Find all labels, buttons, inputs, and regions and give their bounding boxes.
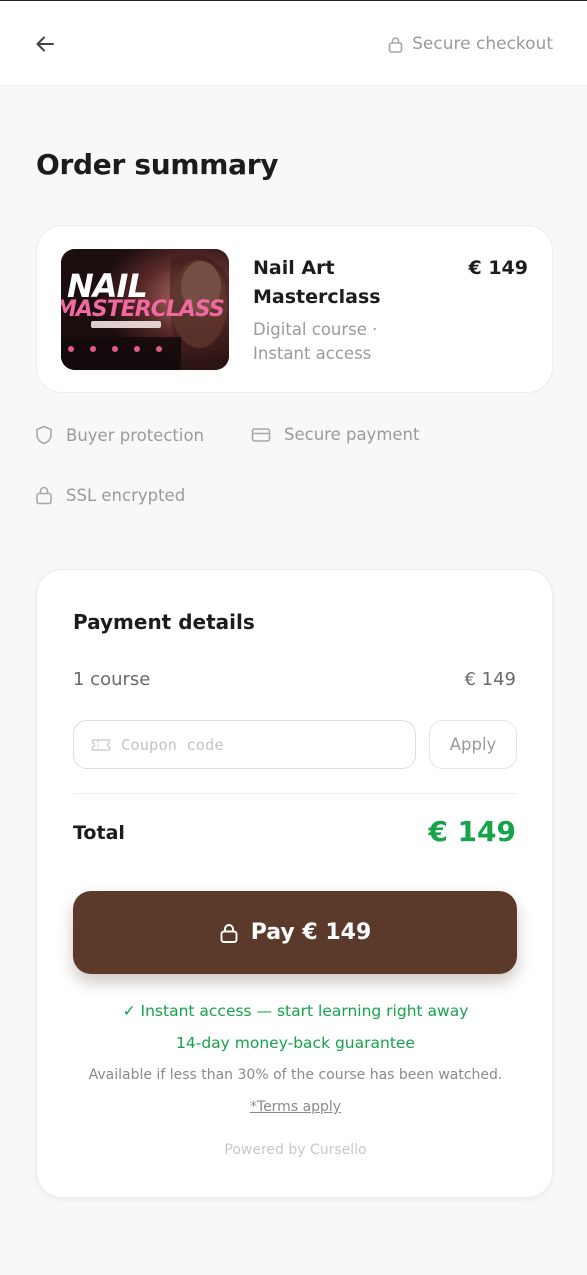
product-thumbnail: NAIL MASTERCLASS — [61, 249, 229, 370]
coupon-input[interactable] — [121, 735, 391, 754]
shield-icon — [36, 425, 52, 445]
back-button[interactable] — [30, 29, 60, 59]
trust-badge-buyer-protection: Buyer protection — [35, 425, 204, 445]
trust-label: Secure payment — [284, 425, 420, 444]
product-price: € 149 — [468, 257, 529, 279]
lock-icon — [36, 486, 52, 505]
ticket-icon — [91, 738, 111, 751]
credit-card-icon — [251, 427, 271, 442]
pay-button-label: Pay € 149 — [250, 920, 372, 945]
payment-details-title: Payment details — [73, 610, 255, 634]
guarantee-condition: Available if less than 30% of the course… — [88, 1067, 503, 1083]
secure-checkout-label: Secure checkout — [412, 34, 553, 54]
product-name: Nail Art Masterclass — [253, 257, 381, 308]
lock-icon — [388, 36, 403, 53]
total-label: Total — [73, 822, 125, 844]
trust-badge-ssl: SSL encrypted — [35, 485, 185, 505]
lock-icon — [220, 923, 238, 943]
terms-link[interactable]: *Terms apply — [250, 1099, 341, 1115]
terms-container: *Terms apply — [37, 1096, 554, 1115]
pay-button[interactable]: Pay € 149 — [73, 891, 517, 974]
top-bar: Secure checkout — [0, 0, 587, 86]
line-item-label: 1 course — [73, 669, 151, 690]
cover-title-line2: MASTERCLASS — [61, 297, 225, 322]
arrow-left-icon — [36, 36, 54, 52]
guarantee-note: 14-day money-back guarantee — [176, 1034, 415, 1052]
trust-label: Buyer protection — [66, 425, 205, 445]
trust-label: SSL encrypted — [66, 485, 186, 505]
product-card: NAIL MASTERCLASS Nail Art Masterclass Di… — [36, 225, 553, 393]
instant-access-note: ✓ Instant access — start learning right … — [122, 1002, 469, 1020]
total-value: € 149 — [428, 815, 516, 848]
line-item-value: € 149 — [464, 669, 516, 690]
product-meta: Digital course · Instant access — [253, 320, 378, 363]
payment-details-card: Payment details 1 course € 149 Apply Tot… — [36, 569, 553, 1198]
coupon-field[interactable] — [73, 720, 416, 769]
page-title: Order summary — [36, 148, 279, 181]
divider — [73, 793, 517, 794]
secure-checkout-indicator: Secure checkout — [388, 32, 553, 56]
powered-by: Powered by Cursello — [224, 1142, 367, 1158]
trust-badge-secure-payment: Secure payment — [251, 425, 419, 444]
apply-coupon-button[interactable]: Apply — [429, 720, 517, 769]
